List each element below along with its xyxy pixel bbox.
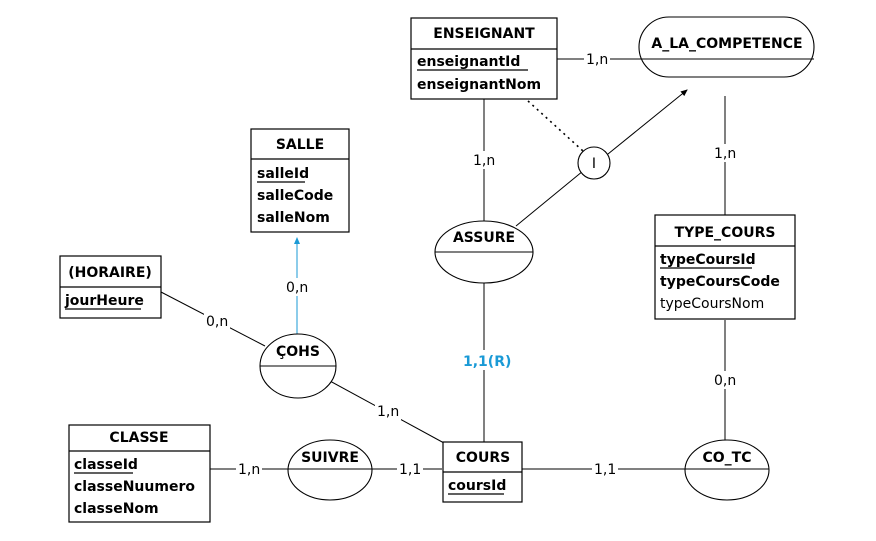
entity-title: ENSEIGNANT <box>433 26 535 42</box>
entity-attribute: classeNom <box>74 501 159 517</box>
entity-attribute-key: jourHeure <box>64 293 144 309</box>
link-assure-inclusion[interactable] <box>515 170 584 227</box>
entity-classe[interactable]: CLASSE classeId classeNuumero classeNom <box>68 424 211 523</box>
entity-attribute: typeCoursCode <box>660 274 780 290</box>
entity-attribute: salleNom <box>257 210 330 226</box>
relation-title: A_LA_COMPETENCE <box>651 36 802 52</box>
link-enseignant-inclusion[interactable] <box>527 100 584 152</box>
relation-title: ÇOHS <box>276 344 320 360</box>
entity-title: (HORAIRE) <box>68 265 152 281</box>
entity-attribute: salleCode <box>257 188 333 204</box>
mcd-diagram: 1,n 1,n 1,n 1,1(R) 0,n 0,n 1,n 1,n 1,1 1… <box>59 16 815 523</box>
card-enseignant-a-la-competence: 1,n <box>586 52 608 68</box>
entity-title: TYPE_COURS <box>675 225 776 241</box>
relation-cohs[interactable]: ÇOHS <box>259 333 337 399</box>
entity-salle[interactable]: SALLE salleId salleCode salleNom <box>250 128 350 233</box>
relation-co-tc[interactable]: CO_TC <box>684 439 770 501</box>
card-cohs-salle: 0,n <box>286 280 308 296</box>
card-enseignant-assure: 1,n <box>473 153 495 169</box>
entity-attribute-key: classeId <box>74 457 138 473</box>
relation-suivre[interactable]: SUIVRE <box>287 439 373 501</box>
relation-a-la-competence[interactable]: A_LA_COMPETENCE <box>638 16 815 78</box>
card-cours-co-tc: 1,1 <box>594 462 616 478</box>
entity-attribute: typeCoursNom <box>660 296 764 312</box>
relation-assure[interactable]: ASSURE <box>434 220 534 284</box>
entity-attribute-key: coursId <box>448 478 506 494</box>
entity-type-cours[interactable]: TYPE_COURS typeCoursId typeCoursCode typ… <box>654 214 796 320</box>
constraint-symbol: I <box>592 156 596 172</box>
entity-attribute-key: salleId <box>257 166 309 182</box>
link-inclusion-a-la-competence[interactable] <box>607 89 688 155</box>
entity-attribute: enseignantNom <box>417 77 541 93</box>
entity-attribute: classeNuumero <box>74 479 195 495</box>
entity-attribute-key: enseignantId <box>417 54 520 70</box>
entity-horaire[interactable]: (HORAIRE) jourHeure <box>59 255 162 319</box>
card-cohs-cours: 1,n <box>377 404 399 420</box>
relation-title: ASSURE <box>453 230 515 246</box>
relation-title: SUIVRE <box>301 450 359 466</box>
entity-title: SALLE <box>276 137 324 153</box>
card-assure-cours: 1,1(R) <box>463 354 511 370</box>
card-suivre-cours: 1,1 <box>399 462 421 478</box>
relation-title: CO_TC <box>703 450 752 466</box>
card-co-tc-type-cours: 0,n <box>714 373 736 389</box>
entity-title: COURS <box>456 450 510 466</box>
entity-title: CLASSE <box>109 430 168 446</box>
entity-enseignant[interactable]: ENSEIGNANT enseignantId enseignantNom <box>410 17 558 100</box>
card-a-la-competence-type-cours: 1,n <box>714 146 736 162</box>
card-horaire-cohs: 0,n <box>206 314 228 330</box>
constraint-inclusion[interactable]: I <box>577 146 611 180</box>
card-classe-suivre: 1,n <box>238 462 260 478</box>
entity-attribute-key: typeCoursId <box>660 252 756 268</box>
entity-cours[interactable]: COURS coursId <box>442 441 523 503</box>
